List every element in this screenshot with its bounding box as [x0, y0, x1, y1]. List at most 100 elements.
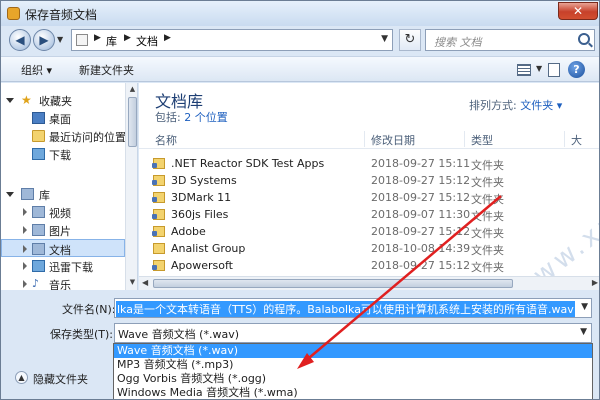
chevron-down-icon[interactable]: ▼	[580, 327, 587, 337]
address-bar[interactable]: ▶ 库 ▶ 文档 ▶ ▼	[71, 29, 393, 51]
search-placeholder: 搜索 文档	[434, 36, 482, 49]
includes-label: 包括:	[155, 111, 185, 124]
sidebar-item-pictures[interactable]: 图片	[1, 221, 125, 239]
file-type: 文件夹	[471, 244, 504, 257]
scroll-down-icon[interactable]: ▼	[128, 278, 137, 288]
sidebar-scrollbar[interactable]: ▲ ▼	[125, 83, 137, 290]
file-name: 3DMark 11	[171, 191, 232, 204]
file-name: Apowersoft	[171, 259, 233, 272]
scroll-up-icon[interactable]: ▲	[128, 85, 137, 95]
file-row[interactable]: Adobe 2018-09-27 15:12 文件夹	[149, 223, 579, 240]
column-header-date[interactable]: 修改日期	[371, 132, 415, 148]
search-box[interactable]: 搜索 文档	[425, 29, 595, 51]
filetype-select[interactable]: Wave 音频文档 (*.wav) ▼	[114, 323, 592, 343]
back-button[interactable]: ◀	[9, 29, 31, 51]
file-name: 3D Systems	[171, 174, 237, 187]
library-icon	[21, 188, 34, 200]
sidebar-item-videos[interactable]: 视频	[1, 203, 125, 221]
filename-input[interactable]: lka是一个文本转语音（TTS）的程序。Balabolka可以使用计算机系统上安…	[114, 298, 592, 318]
file-date: 2018-09-27 15:12	[371, 225, 471, 238]
sidebar-item-label: 库	[39, 189, 50, 202]
file-row[interactable]: 360js Files 2018-09-07 11:30 文件夹	[149, 206, 579, 223]
file-row[interactable]: .NET Reactor SDK Test Apps 2018-09-27 15…	[149, 155, 579, 172]
column-header-size[interactable]: 大	[571, 132, 582, 148]
file-type: 文件夹	[471, 159, 504, 172]
scrollbar-thumb[interactable]	[153, 279, 513, 288]
sidebar-item-downloads[interactable]: 下载	[1, 145, 125, 163]
sidebar-item-desktop[interactable]: 桌面	[1, 109, 125, 127]
search-icon[interactable]	[578, 33, 590, 45]
address-dropdown-icon[interactable]: ▼	[381, 34, 388, 44]
change-view-icon[interactable]	[517, 64, 531, 76]
library-includes: 包括: 2 个位置	[155, 109, 228, 125]
recent-pages-dropdown[interactable]: ▼	[57, 35, 65, 44]
folder-shortcut-icon	[152, 192, 165, 203]
folder-shortcut-icon	[152, 158, 165, 169]
dropdown-option[interactable]: Wave 音频文档 (*.wav)	[114, 344, 592, 358]
breadcrumb-library[interactable]: 库	[106, 33, 117, 49]
preview-pane-icon[interactable]	[548, 63, 560, 77]
file-row[interactable]: 3D Systems 2018-09-27 15:12 文件夹	[149, 172, 579, 189]
sidebar-item-label: 视频	[49, 207, 71, 220]
dropdown-option[interactable]: MP3 音频文档 (*.mp3)	[114, 358, 592, 372]
close-button[interactable]: ✕	[558, 2, 598, 20]
collapse-arrow-icon[interactable]	[23, 245, 27, 253]
breadcrumb-documents[interactable]: 文档	[136, 33, 158, 49]
sidebar-item-label: 图片	[49, 225, 71, 238]
desktop-icon	[32, 112, 45, 124]
column-divider[interactable]	[364, 131, 365, 147]
filename-history-dropdown-icon[interactable]: ▼	[581, 302, 588, 312]
expand-arrow-icon[interactable]	[6, 98, 14, 103]
expand-arrow-icon[interactable]	[6, 192, 14, 197]
file-row[interactable]: 3DMark 11 2018-09-27 15:12 文件夹	[149, 189, 579, 206]
documents-icon	[32, 243, 45, 255]
file-type: 文件夹	[471, 227, 504, 240]
collapse-arrow-icon[interactable]	[23, 280, 27, 288]
file-date: 2018-09-27 15:12	[371, 259, 471, 272]
filename-value: lka是一个文本转语音（TTS）的程序。Balabolka可以使用计算机系统上安…	[116, 301, 575, 317]
file-date: 2018-09-27 15:12	[371, 174, 471, 187]
refresh-button[interactable]: ↻	[399, 29, 421, 51]
column-header-type[interactable]: 类型	[471, 132, 493, 148]
filetype-dropdown-list: Wave 音频文档 (*.wav) MP3 音频文档 (*.mp3) Ogg V…	[113, 343, 593, 399]
collapse-arrow-icon[interactable]	[23, 226, 27, 234]
dropdown-option[interactable]: Ogg Vorbis 音频文档 (*.ogg)	[114, 372, 592, 386]
sidebar-item-favorites[interactable]: ★ 收藏夹	[1, 91, 125, 109]
window-title: 保存音频文档	[25, 8, 98, 22]
breadcrumb-separator[interactable]: ▶	[164, 33, 171, 43]
filetype-value: Wave 音频文档 (*.wav)	[118, 328, 240, 341]
sidebar-item-documents[interactable]: 文档	[1, 239, 125, 257]
scrollbar-thumb[interactable]	[128, 97, 137, 147]
collapse-arrow-icon[interactable]	[23, 208, 27, 216]
horizontal-scrollbar[interactable]: ◀ ▶	[139, 276, 599, 290]
forward-button[interactable]: ▶	[33, 29, 55, 51]
sidebar-item-music[interactable]: ♪ 音乐	[1, 275, 125, 290]
file-row[interactable]: Analist Group 2018-10-08 14:39 文件夹	[149, 240, 579, 257]
scroll-left-icon[interactable]: ◀	[142, 278, 148, 287]
locations-link[interactable]: 2 个位置	[184, 111, 228, 124]
save-audio-dialog: 保存音频文档 ✕ ◀ ▶ ▼ ▶ 库 ▶ 文档 ▶ ▼ ↻ 搜索 文档 组织 ▾…	[0, 0, 600, 400]
file-name: Adobe	[171, 225, 206, 238]
sidebar-item-recent-places[interactable]: 最近访问的位置	[1, 127, 126, 145]
column-divider[interactable]	[564, 131, 565, 147]
folder-shortcut-icon	[152, 175, 165, 186]
view-dropdown-icon[interactable]: ▼	[536, 64, 542, 73]
dropdown-option[interactable]: Windows Media 音频文档 (*.wma)	[114, 386, 592, 399]
breadcrumb-separator[interactable]: ▶	[94, 33, 101, 43]
sidebar-item-xunlei-downloads[interactable]: 迅雷下载	[1, 257, 125, 275]
folder-shortcut-icon	[152, 209, 165, 220]
arrange-dropdown[interactable]: 文件夹 ▾	[520, 99, 562, 112]
title-bar: 保存音频文档 ✕	[1, 1, 599, 26]
sidebar-item-libraries[interactable]: 库	[1, 185, 125, 203]
column-divider[interactable]	[464, 131, 465, 147]
sidebar-item-label: 收藏夹	[39, 95, 72, 108]
help-icon[interactable]: ?	[568, 61, 585, 78]
collapse-arrow-icon[interactable]	[23, 262, 27, 270]
scroll-right-icon[interactable]: ▶	[592, 278, 598, 287]
organize-button[interactable]: 组织 ▾	[21, 62, 52, 78]
column-header-name[interactable]: 名称	[155, 132, 177, 148]
new-folder-button[interactable]: 新建文件夹	[79, 62, 134, 78]
folder-icon	[153, 243, 165, 254]
breadcrumb-separator[interactable]: ▶	[124, 33, 131, 43]
file-type: 文件夹	[471, 210, 504, 223]
